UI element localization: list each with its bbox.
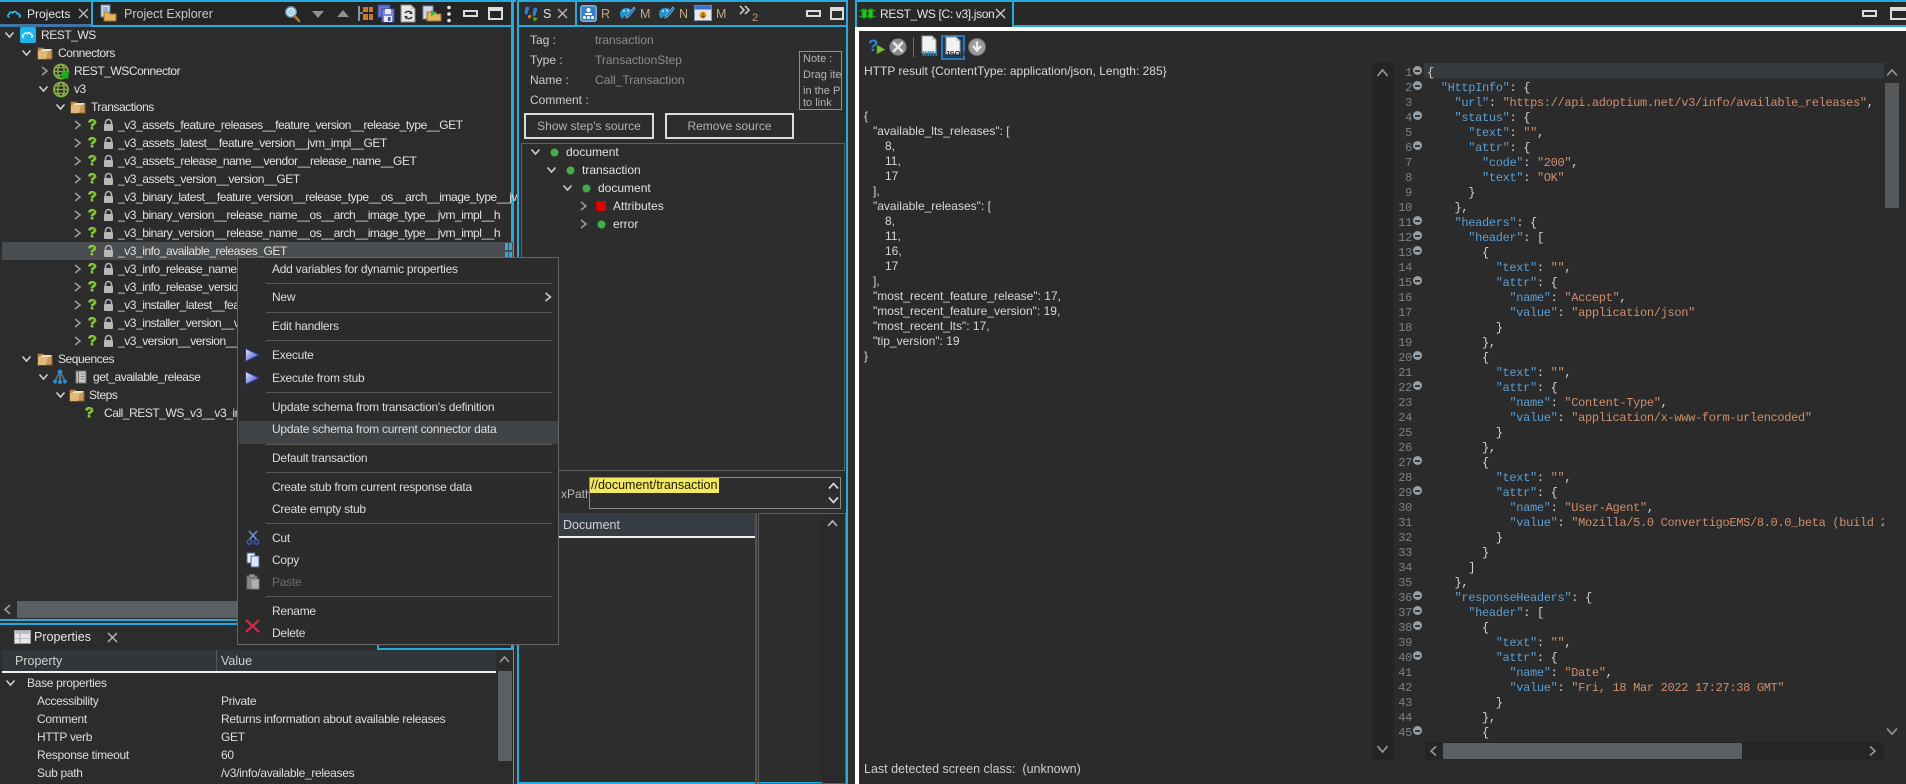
svg-text:JSON: JSON: [946, 49, 966, 58]
svg-text:xml: xml: [922, 48, 938, 58]
